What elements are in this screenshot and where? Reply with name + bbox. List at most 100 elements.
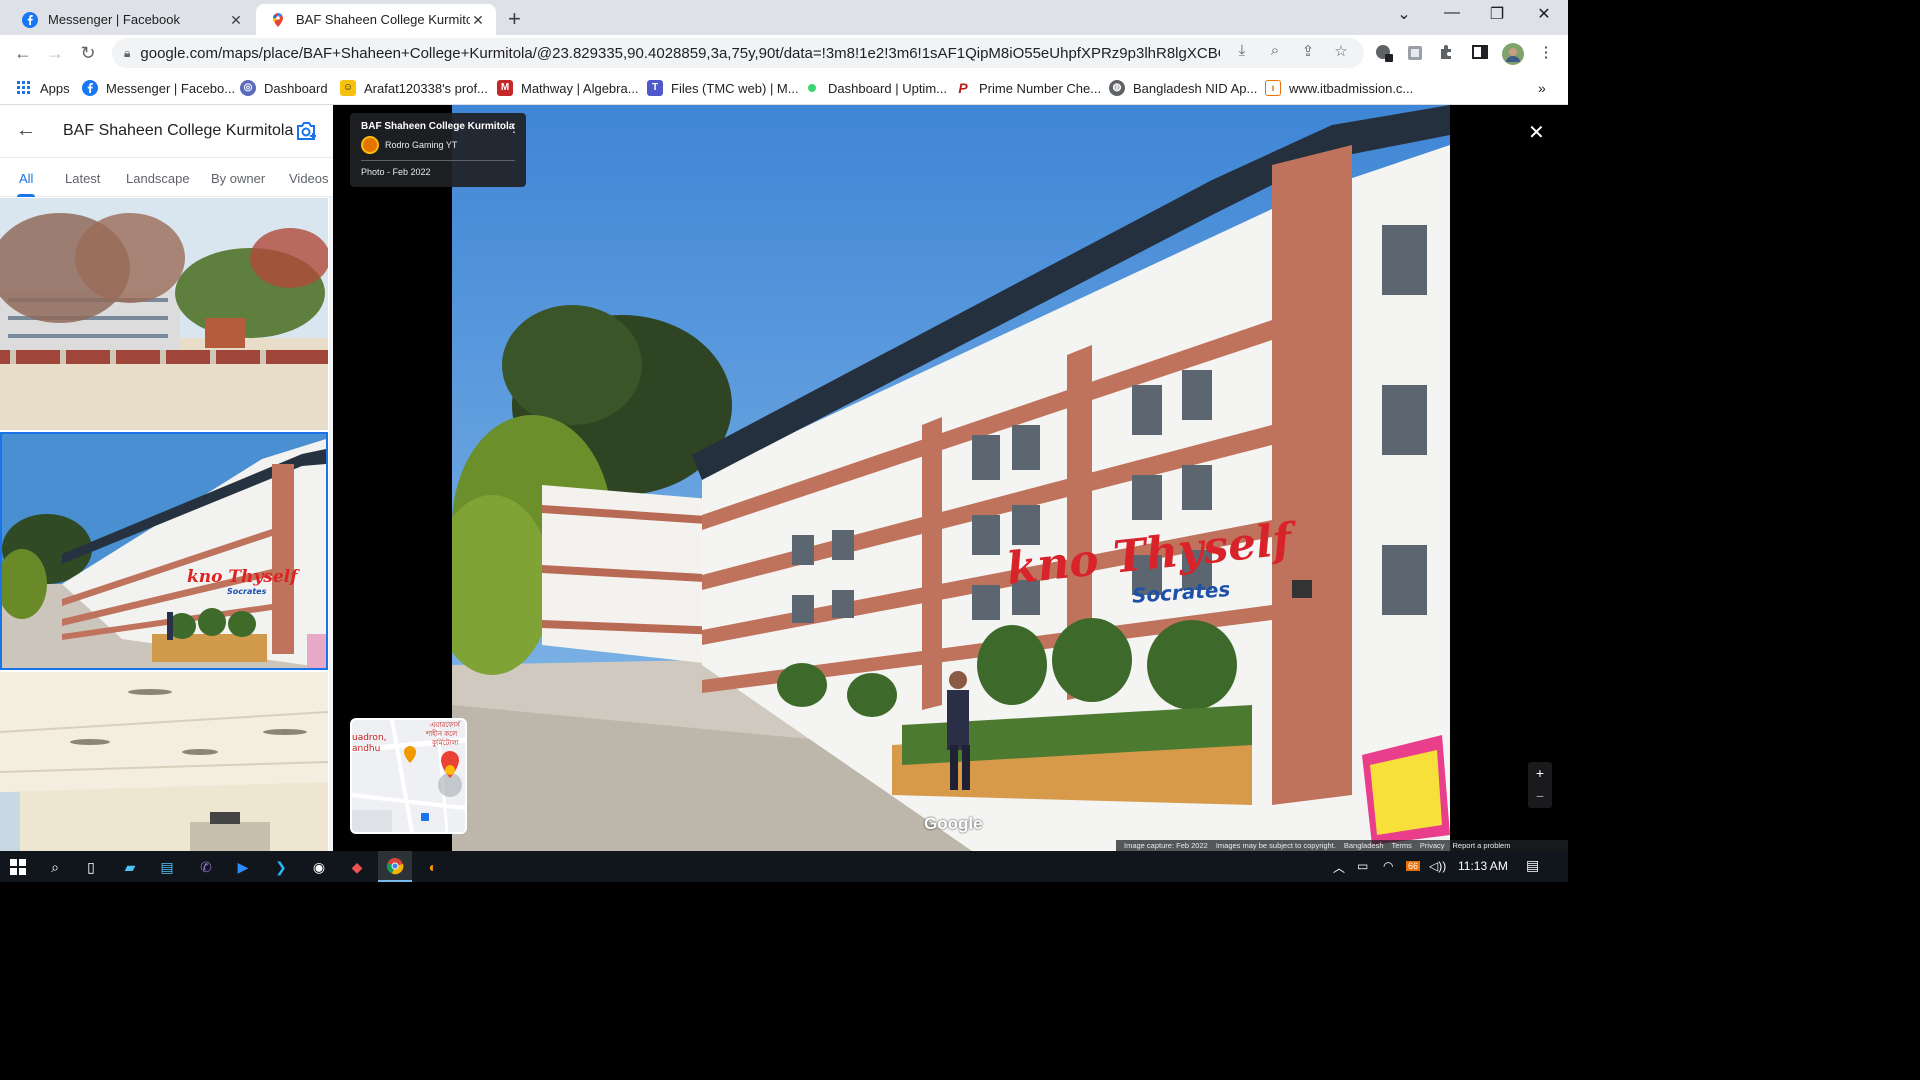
add-photo-camera-icon[interactable] <box>296 121 318 141</box>
url-text[interactable]: google.com/maps/place/BAF+Shaheen+Colleg… <box>140 45 1220 62</box>
tray-overflow-icon[interactable]: ︿ <box>1333 859 1345 876</box>
bookmark-itbadmission[interactable]: ı www.itbadmission.c... <box>1265 78 1413 98</box>
copyright-notice: Images may be subject to copyright. <box>1215 841 1336 850</box>
more-options-icon[interactable]: ⋮ <box>508 121 520 135</box>
dashboard-site-icon: ◎ <box>240 80 256 96</box>
chrome-icon[interactable] <box>378 851 412 882</box>
bookmark-nid[interactable]: ◍ Bangladesh NID Ap... <box>1109 78 1257 98</box>
windows-start-icon[interactable] <box>7 856 29 878</box>
street-photo[interactable]: kno Thyself Socrates <box>452 105 1450 851</box>
address-bar[interactable]: 🔒︎ google.com/maps/place/BAF+Shaheen+Col… <box>112 38 1364 68</box>
extension-icon[interactable] <box>1374 43 1394 63</box>
bookmark-star-icon[interactable]: ☆ <box>1331 42 1351 60</box>
bookmarks-bar: Apps Messenger | Facebo... ◎ Dashboard ☺… <box>0 71 1568 105</box>
privacy-link[interactable]: Privacy <box>1420 841 1445 850</box>
clock[interactable]: 11:13 AM <box>1458 859 1508 873</box>
tab-search-icon[interactable]: ⌄ <box>1384 4 1424 24</box>
close-window-icon[interactable]: ✕ <box>1524 4 1564 24</box>
bookmark-label: Bangladesh NID Ap... <box>1133 80 1258 96</box>
author-avatar[interactable] <box>361 136 379 154</box>
bookmark-label: Files (TMC web) | M... <box>671 80 799 96</box>
share-icon[interactable]: ⇪ <box>1298 42 1318 60</box>
svg-text:কুর্মিটোলা: কুর্মিটোলা <box>431 738 460 747</box>
itbadmission-icon: ı <box>1265 80 1281 96</box>
notifications-icon[interactable]: ▤ <box>1526 857 1539 874</box>
zoom-control: + − <box>1528 762 1552 808</box>
zoom-icon[interactable]: ▶ <box>232 856 254 878</box>
bookmark-label: Prime Number Che... <box>979 80 1102 96</box>
blender-icon[interactable]: ◐ <box>422 856 444 878</box>
screen: Messenger | Facebook ✕ BAF Shaheen Colle… <box>0 0 1568 882</box>
battery-badge[interactable]: 66 <box>1406 861 1421 871</box>
close-viewer-icon[interactable]: ✕ <box>1528 120 1545 145</box>
photo-category-tabs: All Latest Landscape By owner Videos <box>0 157 333 197</box>
image-capture-date: Image capture: Feb 2022 <box>1124 841 1208 850</box>
bookmark-uptime[interactable]: Dashboard | Uptim... <box>804 78 947 98</box>
more-bookmarks-icon[interactable]: » <box>1538 78 1546 98</box>
tab-google-maps[interactable]: BAF Shaheen College Kurmitola - ✕ <box>256 4 496 35</box>
search-icon[interactable]: ⌕ <box>44 856 66 878</box>
photo-thumbnail[interactable] <box>0 198 328 430</box>
game-app-icon[interactable]: ◆ <box>346 856 368 878</box>
side-panel-icon[interactable] <box>1470 43 1490 63</box>
attribution-bar: Image capture: Feb 2022 Images may be su… <box>1116 840 1568 851</box>
bookmark-files[interactable]: T Files (TMC web) | M... <box>647 78 799 98</box>
close-tab-icon[interactable]: ✕ <box>470 12 486 28</box>
profile-avatar[interactable] <box>1502 43 1524 65</box>
bookmark-label: Dashboard <box>264 80 328 96</box>
wifi-icon[interactable]: ◠ <box>1383 859 1393 873</box>
photo-thumbnail-selected[interactable]: kno Thyself Socrates <box>0 432 328 670</box>
task-view-icon[interactable]: ▯ <box>80 856 102 878</box>
tab-landscape[interactable]: Landscape <box>126 171 190 186</box>
svg-text:uadron,: uadron, <box>352 733 387 743</box>
google-logo: Google <box>924 814 983 833</box>
photo-thumbnail[interactable] <box>0 672 328 851</box>
forward-arrow-icon[interactable]: → <box>42 41 68 65</box>
chrome-menu-icon[interactable]: ⋮ <box>1536 43 1556 63</box>
zoom-in-button[interactable]: + <box>1528 762 1552 785</box>
tab-by-owner[interactable]: By owner <box>211 171 265 186</box>
taskbar-app-icon[interactable]: ▤ <box>156 856 178 878</box>
svg-text:এয়ারফোর্স: এয়ারফোর্স <box>430 721 461 729</box>
tab-all[interactable]: All <box>19 171 33 186</box>
zoom-magnifier-icon[interactable]: ⌕ <box>1265 42 1285 59</box>
zoom-out-button[interactable]: − <box>1528 785 1552 808</box>
author-name[interactable]: Rodro Gaming YT <box>385 140 457 150</box>
minimize-icon[interactable]: — <box>1432 4 1472 22</box>
install-app-icon[interactable]: ⤓ <box>1232 42 1252 59</box>
svg-text:শাহীন কলে: শাহীন কলে <box>425 729 458 738</box>
info-card-title: BAF Shaheen College Kurmitola <box>361 121 515 132</box>
bookmark-apps[interactable]: Apps <box>16 78 70 98</box>
bookmark-prime[interactable]: P Prime Number Che... <box>955 78 1101 98</box>
volume-icon[interactable]: ◁)) <box>1429 859 1446 873</box>
tab-videos[interactable]: Videos <box>289 171 329 186</box>
back-arrow-icon[interactable]: ← <box>16 119 36 142</box>
extensions-puzzle-icon[interactable] <box>1437 43 1457 63</box>
terms-link[interactable]: Terms <box>1392 841 1412 850</box>
battery-icon[interactable]: ▭ <box>1357 859 1368 873</box>
back-arrow-icon[interactable]: ← <box>10 41 36 65</box>
obs-icon[interactable]: ◉ <box>308 856 330 878</box>
close-tab-icon[interactable]: ✕ <box>228 12 244 28</box>
extension-icon[interactable] <box>1405 43 1425 63</box>
restore-icon[interactable]: ❐ <box>1477 4 1517 24</box>
vscode-icon[interactable]: ❯ <box>270 856 292 878</box>
bookmark-label: Arafat120338's prof... <box>364 80 488 96</box>
lock-icon[interactable]: 🔒︎ <box>124 46 130 61</box>
photo-viewer[interactable]: kno Thyself Socrates ‹ › <box>333 105 1568 851</box>
new-tab-button[interactable]: + <box>508 6 521 32</box>
bookmark-profile[interactable]: ☺ Arafat120338's prof... <box>340 78 488 98</box>
tab-messenger[interactable]: Messenger | Facebook ✕ <box>8 4 254 35</box>
viber-icon[interactable]: ✆ <box>195 856 217 878</box>
country-link[interactable]: Bangladesh <box>1344 841 1384 850</box>
bookmark-mathway[interactable]: M Mathway | Algebra... <box>497 78 639 98</box>
bookmark-messenger[interactable]: Messenger | Facebo... <box>82 78 235 98</box>
report-problem-link[interactable]: Report a problem <box>1453 841 1511 850</box>
taskbar-app-icon[interactable]: ▰ <box>119 856 141 878</box>
tab-latest[interactable]: Latest <box>65 171 100 186</box>
svg-text:kno Thyself: kno Thyself <box>187 567 300 587</box>
bookmark-dashboard[interactable]: ◎ Dashboard <box>240 78 328 98</box>
tab-title: BAF Shaheen College Kurmitola - <box>296 12 470 27</box>
reload-icon[interactable]: ↻ <box>75 41 101 65</box>
minimap[interactable]: uadron, andhu এয়ারফোর্স শাহীন কলে কুর্ম… <box>350 718 467 834</box>
